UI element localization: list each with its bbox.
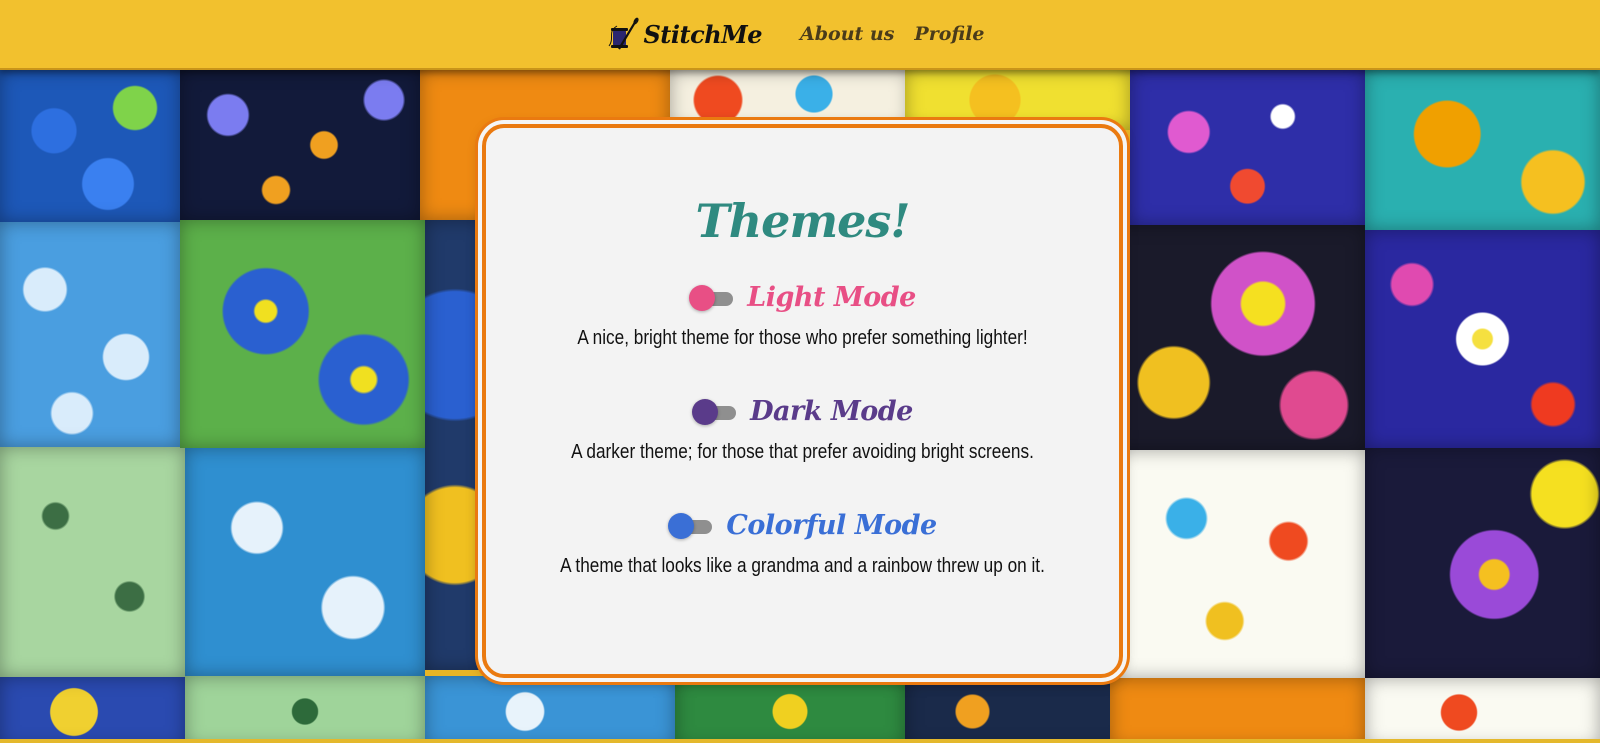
- quilt-patch: [1110, 450, 1365, 678]
- colorful-mode-label: Colorful Mode: [726, 510, 937, 541]
- quilt-patch: [185, 448, 425, 676]
- theme-option-colorful: Colorful Mode A theme that looks like a …: [486, 510, 1119, 578]
- brand-name: StitchMe: [643, 19, 762, 49]
- quilt-patch: [1130, 70, 1365, 225]
- theme-option-dark: Dark Mode A darker theme; for those that…: [486, 396, 1119, 464]
- dark-mode-label: Dark Mode: [750, 396, 913, 427]
- light-mode-toggle[interactable]: [689, 284, 735, 311]
- themes-card: Themes! Light Mode A nice, bright theme …: [482, 124, 1123, 678]
- dark-mode-toggle[interactable]: [692, 398, 738, 425]
- quilt-patch: [425, 220, 485, 670]
- light-mode-label: Light Mode: [747, 282, 916, 313]
- colorful-mode-toggle[interactable]: [668, 512, 714, 539]
- theme-option-light: Light Mode A nice, bright theme for thos…: [486, 282, 1119, 350]
- quilt-patch: [1110, 225, 1365, 450]
- quilt-patch: [0, 447, 185, 677]
- quilt-patch: [0, 222, 180, 447]
- quilt-patch: [0, 70, 180, 222]
- dark-mode-description: A darker theme; for those that prefer av…: [571, 441, 1034, 463]
- toggle-knob: [689, 284, 716, 311]
- nav-link-about-us[interactable]: About us: [800, 23, 894, 45]
- brand-logo-link[interactable]: StitchMe: [605, 16, 762, 52]
- quilt-patch: [670, 70, 910, 130]
- toggle-knob: [692, 398, 719, 425]
- quilt-patch: [1365, 70, 1600, 230]
- quilt-patch: [0, 677, 185, 743]
- quilt-patch: [1365, 230, 1600, 448]
- top-navbar: StitchMe About us Profile: [0, 0, 1600, 70]
- sewing-needle-icon: [609, 17, 640, 50]
- colorful-mode-description: A theme that looks like a grandma and a …: [560, 555, 1045, 577]
- nav-link-profile[interactable]: Profile: [914, 23, 984, 45]
- quilt-patch: [1110, 678, 1365, 743]
- quilt-patch: [905, 676, 1130, 743]
- quilt-patch: [180, 220, 425, 448]
- quilt-patch: [675, 676, 905, 743]
- quilt-patch: [185, 676, 425, 743]
- quilt-patch: [1365, 678, 1600, 743]
- quilt-patch: [1365, 448, 1600, 678]
- footer-strip: [0, 739, 1600, 743]
- light-mode-description: A nice, bright theme for those who prefe…: [577, 327, 1028, 349]
- toggle-knob: [668, 512, 695, 539]
- quilt-patch: [905, 70, 1130, 130]
- quilt-patch: [425, 676, 675, 743]
- quilt-patch: [180, 70, 420, 220]
- themes-title: Themes!: [695, 194, 911, 248]
